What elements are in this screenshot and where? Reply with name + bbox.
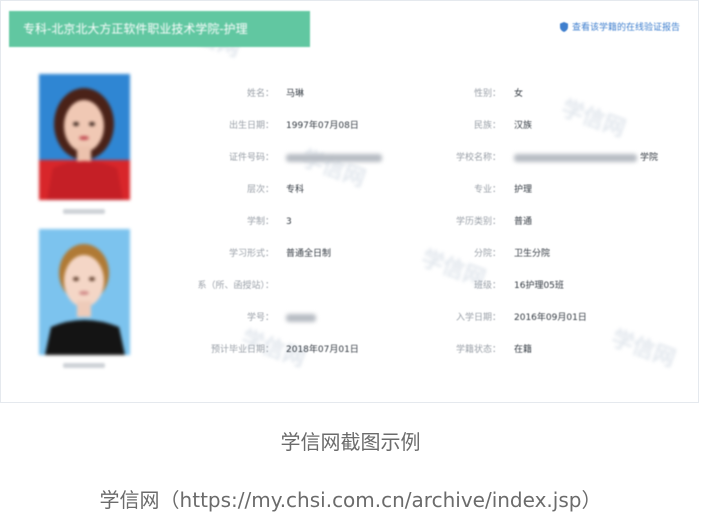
id-number-value-blurred bbox=[286, 154, 382, 162]
program-length-label: 学制： bbox=[246, 217, 274, 227]
major-value: 护理 bbox=[514, 185, 533, 195]
gender-label: 性别： bbox=[473, 89, 501, 99]
ethnicity-value: 汉族 bbox=[514, 121, 533, 131]
name-label: 姓名： bbox=[246, 89, 274, 99]
expected-graduation-value: 2018年07月01日 bbox=[286, 345, 359, 355]
program-length-value: 3 bbox=[286, 217, 292, 227]
watermark: 学信网 bbox=[557, 96, 629, 143]
degree-type-value: 普通 bbox=[514, 217, 533, 227]
education-level-label: 层次： bbox=[246, 185, 274, 195]
student-number-label: 学号： bbox=[246, 313, 274, 323]
id-photo bbox=[39, 229, 130, 355]
ethnicity-label: 民族： bbox=[473, 121, 501, 131]
class-label: 班级： bbox=[473, 281, 501, 291]
name-value: 马琳 bbox=[286, 89, 305, 99]
school-name-value-blurred bbox=[514, 154, 637, 162]
branch-value: 卫生分院 bbox=[514, 249, 551, 259]
student-number-value-blurred bbox=[286, 314, 316, 322]
id-number-label: 证件号码： bbox=[228, 153, 274, 163]
enrollment-date-value: 2016年09月01日 bbox=[514, 313, 587, 323]
study-mode-label: 学习形式： bbox=[228, 249, 274, 259]
expected-graduation-label: 预计毕业日期： bbox=[210, 345, 274, 355]
major-label: 专业： bbox=[473, 185, 501, 195]
watermark: 学信网 bbox=[297, 146, 369, 193]
enrollment-status-label: 学籍状态： bbox=[455, 345, 501, 355]
education-level-value: 专科 bbox=[286, 185, 305, 195]
source-url-caption: 学信网（https://my.chsi.com.cn/archive/index… bbox=[99, 488, 602, 512]
enrollment-photo bbox=[39, 74, 130, 200]
enrollment-date-label: 入学日期： bbox=[455, 313, 501, 323]
school-name-value-tail: 学院 bbox=[640, 153, 659, 163]
branch-label: 分院： bbox=[473, 249, 501, 259]
verify-report-link-label: 查看该学籍的在线验证报告 bbox=[571, 23, 680, 33]
school-name-label: 学校名称： bbox=[455, 153, 501, 163]
department-label: 系（所、函授站）： bbox=[197, 281, 274, 291]
shield-icon bbox=[559, 21, 568, 32]
photo-caption-blurred bbox=[63, 209, 105, 214]
page: 学信网 学信网 学信网 学信网 学信网 学信网 专科-北京北大方正软件职业技术学… bbox=[0, 0, 701, 519]
birth-date-value: 1997年07月08日 bbox=[286, 121, 359, 131]
class-value: 16护理05班 bbox=[514, 281, 564, 291]
gender-value: 女 bbox=[514, 89, 524, 99]
birth-date-label: 出生日期： bbox=[228, 121, 274, 131]
record-title-banner: 专科-北京北大方正软件职业技术学院-护理 bbox=[9, 11, 310, 47]
student-record-card: 学信网 学信网 学信网 学信网 学信网 学信网 专科-北京北大方正软件职业技术学… bbox=[0, 0, 699, 403]
watermark: 学信网 bbox=[607, 326, 679, 373]
verify-report-link[interactable]: 查看该学籍的在线验证报告 bbox=[559, 20, 680, 33]
degree-type-label: 学历类别： bbox=[455, 217, 501, 227]
example-caption: 学信网截图示例 bbox=[280, 430, 421, 454]
photo-caption-blurred bbox=[63, 363, 105, 368]
study-mode-value: 普通全日制 bbox=[286, 249, 332, 259]
enrollment-status-value: 在籍 bbox=[514, 345, 533, 355]
